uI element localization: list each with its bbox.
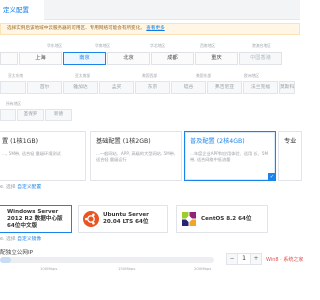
spec-title: 普及配置 (2核4GB)	[190, 138, 245, 145]
region-group-label: 华北地区	[150, 43, 166, 48]
ubuntu-icon	[83, 211, 99, 227]
custom-image-link[interactable]: 自定义镜像	[17, 237, 41, 242]
os-card-selected[interactable]: Windows Server 2012 R2 数据中心版 64位中文版	[0, 205, 72, 233]
zone-selector: 首尔 雅加达 孟买 东京 硅谷 弗吉尼亚 法兰克福 莫斯科	[0, 81, 295, 94]
zone-option[interactable]: 硅谷	[171, 81, 206, 94]
zone-option[interactable]: 东京	[135, 81, 170, 94]
slider-tick: 150Mbps	[118, 266, 136, 271]
zone-option[interactable]: 雅加达	[63, 81, 98, 94]
spec-card[interactable]: 专业	[278, 131, 302, 181]
spec-title: 置 (1核1GB)	[2, 138, 39, 145]
network-option[interactable]: 新德	[45, 109, 72, 121]
os-card[interactable]: Ubuntu Server 20.04 LTS 64位	[78, 205, 168, 233]
notice-banner: 选择实例后该地域中云服务器的可用区、专用网络可能会有所变化。 查看更多	[0, 23, 300, 35]
os-name: Windows Server 2012 R2 数据中心版 64位中文版	[7, 208, 63, 229]
bandwidth-slider-fill	[0, 257, 11, 263]
network-group-label: 所有地区	[6, 101, 22, 106]
zone-group-label: 亚太南部	[75, 73, 91, 78]
zone-group-label: 亚太东南	[8, 73, 24, 78]
notice-link[interactable]: 查看更多	[146, 26, 164, 31]
region-group-label: 西南地区	[200, 43, 216, 48]
zone-option[interactable]: 法兰克福	[243, 81, 278, 94]
increment-button[interactable]: +	[251, 254, 261, 264]
spec-desc: ...一般网站、APP, 高级的大型网站, 5M带, 适合轻 量级运行	[96, 151, 176, 162]
spec-card-selected[interactable]: 普及配置 (2核4GB) ...年度企业APP和应用体验、适用 长、5M带, 适…	[184, 131, 276, 181]
zone-option[interactable]: 孟买	[99, 81, 134, 94]
spec-desc: ...年度企业APP和应用体验、适用 长、5M带, 适合网络中低流量	[190, 151, 269, 162]
region-selector: 上海 南京 北京 成都 重庆 中国香港	[0, 52, 282, 65]
network-option[interactable]	[0, 109, 16, 121]
spec-footer: e. 选择 自定义配置	[0, 183, 41, 190]
os-name: CentOS 8.2 64位	[201, 215, 252, 222]
zone-option[interactable]: 莫斯科	[279, 81, 295, 94]
zone-option[interactable]: 弗吉尼亚	[207, 81, 242, 94]
spec-desc: ..., 5M带, 适合轻 量级环境测试	[2, 151, 61, 156]
public-ip-label: 配独立公网IP	[0, 250, 33, 256]
tab-custom-config[interactable]: 定义配置	[0, 0, 44, 20]
region-option[interactable]: 中国香港	[239, 52, 282, 65]
spec-card[interactable]: 置 (1核1GB) ..., 5M带, 适合轻 量级环境测试	[0, 131, 86, 181]
notice-text: 选择实例后该地域中云服务器的可用区、专用网络可能会有所变化。	[7, 26, 145, 31]
slider-tick: 200Mbps	[194, 266, 212, 271]
region-option[interactable]	[0, 52, 18, 65]
region-group-label: 华南地区	[95, 43, 111, 48]
region-group-label: 华东地区	[47, 43, 63, 48]
header-bar: 定义配置	[0, 0, 300, 20]
zone-option[interactable]: 首尔	[27, 81, 62, 94]
zone-group-label: 欧洲地区	[244, 73, 260, 78]
spec-card[interactable]: 基础配置 (1核2GB) ...一般网站、APP, 高级的大型网站, 5M带, …	[90, 131, 182, 181]
centos-icon	[182, 212, 196, 226]
bandwidth-stepper: − 1 +	[226, 253, 262, 265]
bandwidth-slider[interactable]	[0, 257, 214, 263]
decrement-button[interactable]: −	[227, 254, 237, 264]
os-footer-text: e. 选择	[0, 237, 16, 242]
bandwidth-value[interactable]: 1	[237, 254, 251, 264]
os-footer: e. 选择 自定义镜像	[0, 235, 41, 242]
spec-title: 基础配置 (1核2GB)	[96, 138, 151, 145]
zone-option[interactable]	[0, 81, 26, 94]
slider-tick: 100Mbps	[40, 266, 58, 271]
zone-group-label: 美国东部	[196, 73, 212, 78]
region-option[interactable]: 上海	[19, 52, 62, 65]
zone-group-label: 美国西部	[142, 73, 158, 78]
region-option[interactable]: 成都	[151, 52, 194, 65]
region-option[interactable]: 北京	[107, 52, 150, 65]
region-option[interactable]: 重庆	[195, 52, 238, 65]
network-selector: 圣保罗 新德	[0, 109, 72, 121]
custom-config-link[interactable]: 自定义配置	[17, 185, 41, 190]
region-option-selected[interactable]: 南京	[63, 52, 106, 65]
spec-footer-text: e. 选择	[0, 185, 16, 190]
spec-title: 专业	[284, 138, 297, 145]
region-group-label: 港澳台地区	[252, 43, 271, 48]
watermark-text: Win8 · 系统之家	[266, 257, 304, 263]
os-name: Ubuntu Server 20.04 LTS 64位	[103, 212, 149, 225]
network-option[interactable]: 圣保罗	[17, 109, 44, 121]
check-icon: ✓	[268, 173, 276, 181]
os-card[interactable]: CentOS 8.2 64位	[176, 205, 268, 233]
